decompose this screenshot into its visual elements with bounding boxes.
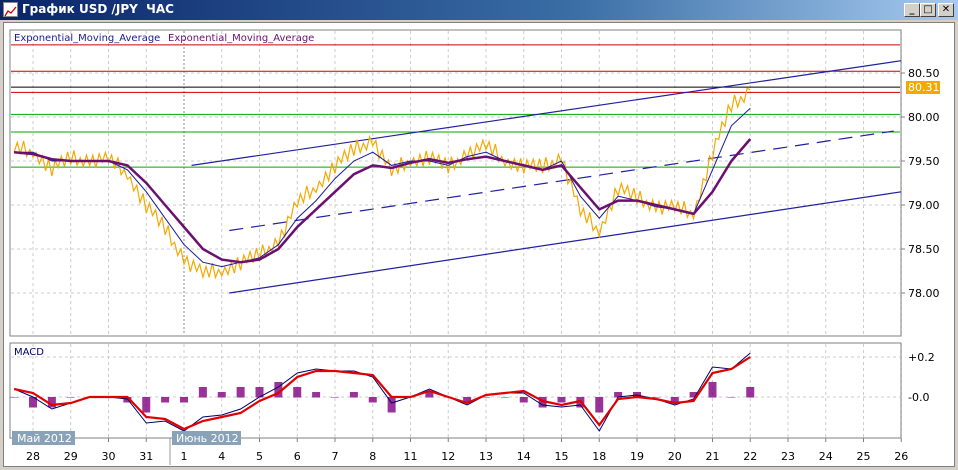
x-tick-label: 25: [857, 450, 871, 463]
x-tick-label: 19: [630, 450, 644, 463]
macd-tick-plus: +0.2: [908, 351, 935, 364]
x-tick-label: 13: [479, 450, 493, 463]
window-title: График USD /JPY ЧАС: [22, 2, 174, 16]
x-tick-label: 11: [404, 450, 418, 463]
ema-slow-line: [13, 138, 752, 264]
macd-histogram-bar: [727, 397, 736, 398]
macd-histogram-bar: [312, 392, 321, 398]
x-tick-label: 29: [64, 450, 78, 463]
x-tick-label: 21: [706, 450, 720, 463]
macd-histogram-bar: [198, 387, 207, 398]
x-tick-label: 28: [26, 450, 40, 463]
y-tick-label: 79.50: [908, 155, 940, 168]
main-panel-frame: [9, 29, 902, 337]
macd-histogram-bar: [331, 397, 339, 398]
macd-histogram-bar: [180, 397, 188, 403]
close-button[interactable]: ✕: [938, 3, 954, 17]
chart-app-icon: [3, 2, 18, 17]
x-tick-label: 14: [517, 450, 531, 463]
minimize-button[interactable]: _: [904, 3, 920, 17]
macd-histogram-bar: [66, 397, 75, 398]
channel-line: [191, 60, 902, 166]
macd-tick-zero: -0.0: [908, 391, 929, 404]
x-tick-label: 15: [555, 450, 569, 463]
x-tick-label: 22: [743, 450, 757, 463]
month-tag-may-label: Май 2012: [17, 432, 72, 445]
x-tick-label: 24: [819, 450, 833, 463]
x-tick-label: 18: [592, 450, 606, 463]
current-price-label: 80.31: [908, 81, 940, 94]
macd-histogram-bar: [293, 387, 302, 398]
x-tick-label: 5: [256, 450, 263, 463]
macd-histogram-bar: [708, 382, 717, 398]
macd-histogram-bar: [349, 392, 358, 398]
macd-histogram-bar: [746, 387, 755, 398]
maximize-button[interactable]: □: [920, 3, 936, 17]
y-tick-label: 79.00: [908, 199, 940, 212]
month-tag-june-label: Июнь 2012: [176, 432, 239, 445]
price-series-line: [13, 87, 751, 280]
macd-histogram-bar: [142, 397, 151, 413]
x-tick-label: 30: [102, 450, 116, 463]
macd-histogram-bar: [10, 397, 19, 398]
macd-histogram-bar: [557, 397, 566, 403]
legend-ema-fast: Exponential_Moving_Average: [14, 33, 160, 44]
macd-histogram-bar: [368, 397, 377, 403]
x-tick-label: 1: [181, 450, 188, 463]
macd-histogram-bar: [161, 397, 170, 403]
x-tick-label: 7: [332, 450, 339, 463]
x-tick-label: 6: [294, 450, 301, 463]
legend-ema-slow: Exponential_Moving_Average: [168, 33, 314, 44]
macd-title: MACD: [14, 347, 44, 358]
macd-histogram-bar: [595, 397, 604, 413]
macd-histogram-bar: [651, 397, 660, 398]
macd-histogram-bar: [217, 392, 226, 398]
macd-histogram-bar: [500, 397, 509, 398]
y-tick-label: 78.50: [908, 243, 940, 256]
x-tick-label: 26: [894, 450, 908, 463]
price-chart[interactable]: Exponential_Moving_Average Exponential_M…: [0, 0, 958, 470]
x-tick-label: 12: [441, 450, 455, 463]
channel-line: [229, 191, 902, 294]
y-tick-label: 80.50: [908, 67, 940, 80]
x-tick-label: 20: [668, 450, 682, 463]
x-tick-label: 23: [781, 450, 795, 463]
y-tick-label: 78.00: [908, 287, 940, 300]
x-tick-label: 4: [218, 450, 225, 463]
x-tick-label: 31: [139, 450, 153, 463]
title-bar: График USD /JPY ЧАС _ □ ✕: [0, 0, 958, 20]
macd-histogram-bar: [519, 397, 528, 403]
macd-histogram-bar: [236, 387, 245, 398]
y-tick-label: 80.00: [908, 111, 940, 124]
x-tick-label: 8: [369, 450, 376, 463]
